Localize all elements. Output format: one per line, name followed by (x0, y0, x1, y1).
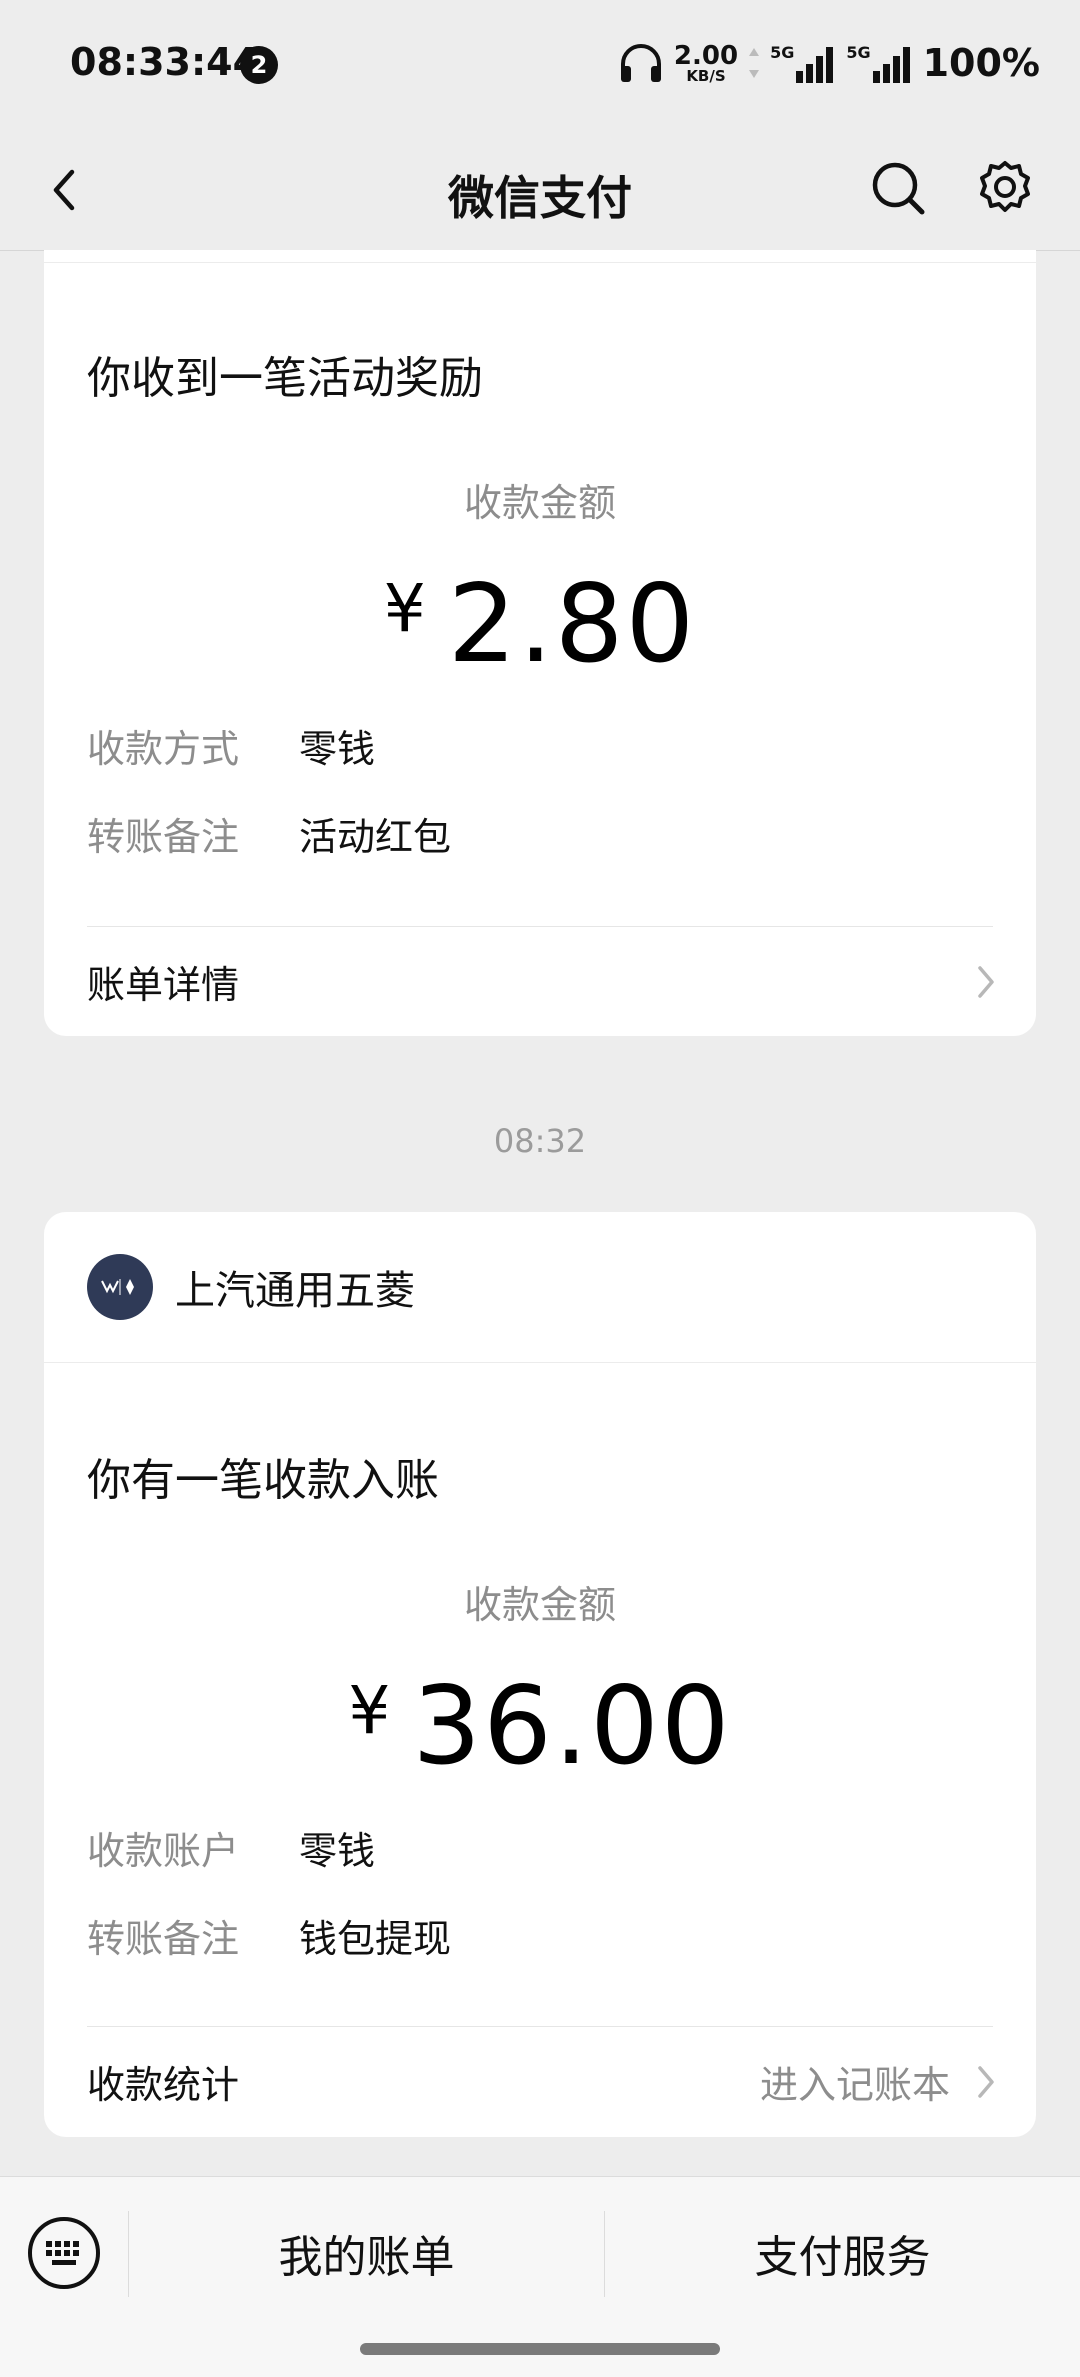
search-icon[interactable] (864, 154, 934, 224)
status-time: 08:33:44 (70, 40, 260, 84)
detail-row: 转账备注 钱包提现 (87, 1908, 451, 1963)
footer-label: 账单详情 (87, 963, 240, 1007)
amount-label: 收款金额 (463, 481, 616, 525)
detail-row: 收款方式 零钱 (87, 718, 375, 773)
signal-bars-icon (872, 47, 910, 83)
keyboard-icon[interactable] (26, 2215, 102, 2291)
merchant-name: 上汽通用五菱 (175, 1268, 415, 1314)
amount-value: ¥2.80 (44, 562, 1036, 687)
amount-number: 36.00 (412, 1664, 732, 1789)
detail-value: 零钱 (299, 1829, 376, 1873)
amount-label: 收款金额 (463, 1583, 616, 1627)
card-divider (87, 926, 993, 927)
detail-value: 活动红包 (299, 815, 452, 859)
footer-label: 收款统计 (87, 2063, 240, 2107)
status-bar: 08:33:44 2 2.00 KB/S 5G 5G 100% (0, 0, 1080, 130)
payment-services-button[interactable]: 支付服务 (605, 2221, 1080, 2285)
detail-value: 零钱 (299, 727, 376, 771)
income-stats-link[interactable]: 收款统计 进入记账本 (87, 2054, 1000, 2109)
wuling-logo-icon (101, 1279, 134, 1295)
detail-value: 钱包提现 (299, 1917, 452, 1961)
signal-1: 5G (770, 43, 836, 83)
currency-symbol: ¥ (348, 1672, 391, 1749)
message-card-income[interactable]: 上汽通用五菱 你有一笔收款入账 收款金额 ¥36.00 收款账户 零钱 转账备注 钱… (44, 1212, 1036, 2137)
card-heading: 你收到一笔活动奖励 (87, 353, 483, 404)
status-right: 2.00 KB/S 5G 5G 100% (618, 38, 1040, 88)
card-heading: 你有一笔收款入账 (87, 1455, 439, 1506)
headphones-icon (620, 44, 661, 82)
amount-value: ¥36.00 (44, 1664, 1036, 1789)
my-bills-button[interactable]: 我的账单 (129, 2221, 604, 2285)
bottom-bar: 我的账单 支付服务 (0, 2176, 1080, 2377)
chevron-right-icon (978, 2066, 994, 2098)
card-divider (87, 2026, 993, 2027)
signal-2-label: 5G (846, 43, 871, 62)
message-card-reward[interactable]: 你收到一笔活动奖励 收款金额 ¥2.80 收款方式 零钱 转账备注 活动红包 账单详… (44, 250, 1036, 1036)
amount-number: 2.80 (447, 562, 697, 687)
currency-symbol: ¥ (383, 570, 426, 647)
ledger-link-label: 进入记账本 (759, 2063, 950, 2107)
detail-key: 转账备注 (87, 815, 240, 859)
merchant-logo (87, 1254, 153, 1320)
signal-1-label: 5G (770, 43, 795, 62)
bill-details-link[interactable]: 账单详情 (87, 954, 1000, 1009)
card-top-divider (44, 262, 1036, 263)
detail-row: 收款账户 零钱 (87, 1820, 375, 1875)
net-speed-unit: KB/S (686, 66, 726, 85)
battery-level: 100% (922, 41, 1040, 85)
merchant-divider (44, 1362, 1036, 1363)
net-speed-value: 2.00 (673, 40, 739, 71)
net-speed: 2.00 KB/S (674, 43, 738, 84)
detail-key: 收款账户 (87, 1829, 240, 1873)
message-timestamp: 08:32 (493, 1122, 587, 1160)
detail-key: 转账备注 (87, 1917, 240, 1961)
data-arrows-icon (749, 48, 760, 78)
detail-key: 收款方式 (87, 727, 240, 771)
nav-bar: 微信支付 (0, 130, 1080, 251)
gear-icon[interactable] (970, 154, 1040, 224)
notification-badge: 2 (240, 46, 278, 84)
detail-row: 转账备注 活动红包 (87, 806, 451, 861)
merchant-header[interactable]: 上汽通用五菱 (87, 1254, 415, 1320)
home-indicator[interactable] (360, 2343, 720, 2355)
signal-bars-icon (796, 47, 834, 83)
chevron-right-icon (978, 966, 994, 998)
signal-2: 5G (846, 43, 912, 83)
